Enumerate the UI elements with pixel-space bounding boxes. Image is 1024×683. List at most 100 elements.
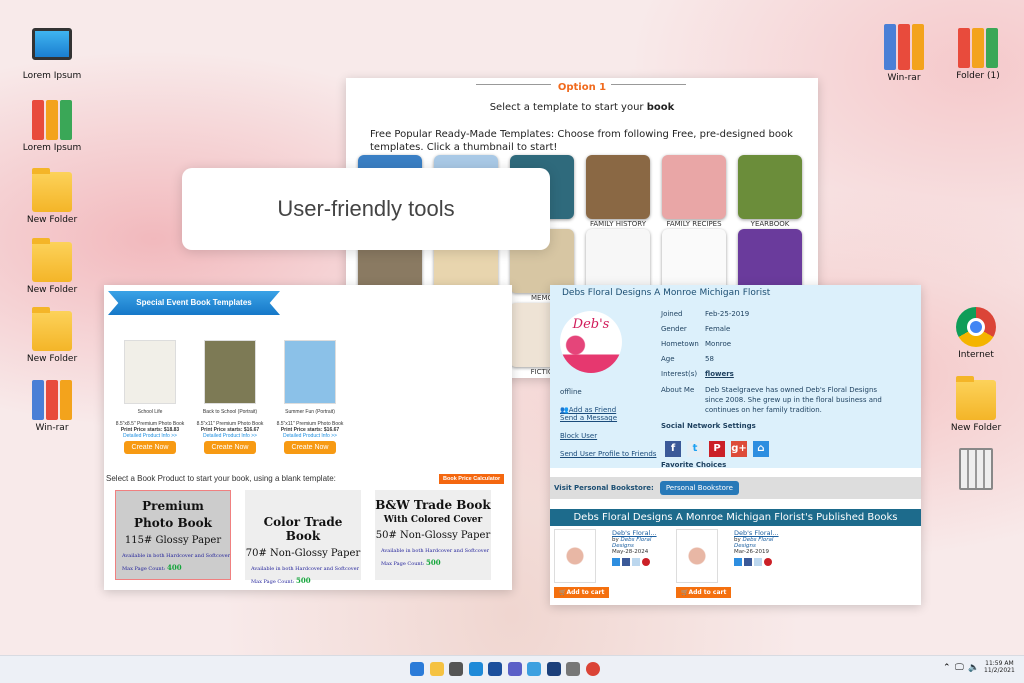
google-plus-icon[interactable]: g+ <box>731 441 747 457</box>
desktop-icon-folder[interactable]: New Folder <box>16 238 88 295</box>
taskbar-chrome-icon[interactable] <box>585 662 600 676</box>
special-template-card[interactable]: Summer Fun (Portrait) 8.5"x11" Premium P… <box>270 340 350 454</box>
desktop-icon-label: Internet <box>958 350 994 360</box>
book-product-card[interactable]: Premium Photo Book 115# Glossy Paper Ava… <box>115 490 231 580</box>
max-page-label: Max Page Count: <box>122 566 166 572</box>
profile-window: Debs Floral Designs A Monroe Michigan Fl… <box>550 285 921 605</box>
taskbar-file-explorer-icon[interactable] <box>429 662 444 676</box>
subtitle-text: Select a template to start your <box>489 102 647 113</box>
template-thumbnail[interactable] <box>662 155 726 219</box>
product-info-link[interactable]: Detailed Product Info >> <box>190 433 270 439</box>
social-settings-label: Social Network Settings <box>661 422 756 430</box>
email-share-icon[interactable] <box>612 558 620 566</box>
template-cover[interactable] <box>204 340 256 404</box>
taskbar-settings-icon[interactable] <box>566 662 580 676</box>
volume-icon[interactable]: 🔈 <box>968 663 979 673</box>
desktop-icon-binders[interactable]: Lorem Ipsum <box>16 100 88 153</box>
facebook-share-icon[interactable] <box>622 558 630 566</box>
create-now-button[interactable]: Create Now <box>283 441 337 454</box>
template-subtitle: Select a template to start your book <box>346 102 818 113</box>
profile-title: Debs Floral Designs A Monroe Michigan Fl… <box>562 288 771 298</box>
feature-callout: User-friendly tools <box>182 168 550 250</box>
book-title-link[interactable]: Deb's Floral... <box>734 529 796 537</box>
template-thumbnail[interactable] <box>738 155 802 219</box>
product-info-link[interactable]: Detailed Product Info >> <box>110 433 190 439</box>
binders-icon <box>958 28 998 68</box>
add-to-cart-button[interactable]: 🛒Add to cart <box>676 587 732 598</box>
send-message-link[interactable]: Send a Message <box>560 414 656 422</box>
product-line-2: Color Trade Book <box>263 515 343 543</box>
book-product-card[interactable]: Color Trade Book 70# Non-Glossy Paper Av… <box>245 490 361 585</box>
facebook-share-icon[interactable] <box>744 558 752 566</box>
product-info-link[interactable]: Detailed Product Info >> <box>270 433 350 439</box>
pinterest-share-icon[interactable] <box>764 558 772 566</box>
binders-icon <box>32 100 72 140</box>
create-now-button[interactable]: Create Now <box>123 441 177 454</box>
desktop-icon-computer[interactable]: Lorem Ipsum <box>16 28 88 81</box>
taskbar-paint-icon[interactable] <box>527 662 541 676</box>
desktop-icon-internet[interactable]: Internet <box>940 307 1012 360</box>
desktop-icon-trash[interactable] <box>940 448 1012 493</box>
template-cover[interactable] <box>124 340 176 404</box>
special-template-card[interactable]: School Life 8.5"x8.5" Premium Photo Book… <box>110 340 190 454</box>
product-line-2: With Colored Cover <box>383 515 483 525</box>
desktop-icon-folder[interactable]: New Folder <box>16 307 88 364</box>
taskbar-app-icon[interactable] <box>546 662 561 676</box>
add-to-cart-label: Add to cart <box>688 589 727 596</box>
product-paper: 115# Glossy Paper <box>124 535 222 546</box>
special-event-window: Special Event Book Templates School Life… <box>104 285 512 590</box>
book-price-calculator-button[interactable]: Book Price Calculator <box>439 474 505 484</box>
template-cover[interactable] <box>284 340 336 404</box>
folder-icon <box>956 376 996 420</box>
clock[interactable]: 11:59 AM 11/2/2021 <box>984 660 1015 674</box>
twitter-share-icon[interactable] <box>754 558 762 566</box>
desktop-icon-folder[interactable]: New Folder <box>16 168 88 225</box>
block-user-link[interactable]: Block User <box>560 432 656 440</box>
pinterest-share-icon[interactable] <box>642 558 650 566</box>
book-product-card[interactable]: B&W Trade Book With Colored Cover 50# No… <box>375 490 491 580</box>
taskbar-start-icon[interactable] <box>410 662 424 676</box>
template-label: YEARBOOK <box>750 220 790 228</box>
template-thumbnail[interactable] <box>738 229 802 293</box>
taskbar-camera-icon[interactable] <box>449 662 463 676</box>
template-label: FAMILY RECIPES <box>666 220 722 228</box>
desktop-icon-label: New Folder <box>26 285 78 295</box>
template-thumbnail[interactable] <box>586 155 650 219</box>
taskbar-store-icon[interactable] <box>488 662 502 676</box>
avatar-logo-text: Deb's <box>572 317 610 332</box>
special-banner: Special Event Book Templates <box>108 291 280 315</box>
taskbar-edge-icon[interactable] <box>468 662 483 676</box>
template-intro: Free Popular Ready-Made Templates: Choos… <box>370 129 793 153</box>
pinterest-icon[interactable]: P <box>709 441 725 457</box>
tray-chevron-icon[interactable]: ⌃ <box>943 663 951 673</box>
taskbar-teams-icon[interactable] <box>507 662 522 676</box>
profile-field-interests: Interest(s) flowers <box>661 370 734 378</box>
desktop-icon-label: Folder (1) <box>956 71 1000 81</box>
add-friend-link[interactable]: 👥Add as Friend <box>560 406 656 414</box>
personal-bookstore-button[interactable]: Personal Bookstore <box>659 481 739 495</box>
email-share-icon[interactable] <box>734 558 742 566</box>
desktop-icon-folder-1[interactable]: Folder (1) <box>942 28 1014 81</box>
interest-link[interactable]: flowers <box>705 370 734 378</box>
template-thumbnail[interactable] <box>586 229 650 293</box>
twitter-share-icon[interactable] <box>632 558 640 566</box>
send-profile-link[interactable]: Send User Profile to Friends <box>560 450 656 458</box>
create-now-button[interactable]: Create Now <box>203 441 257 454</box>
home-icon[interactable]: ⌂ <box>753 441 769 457</box>
product-line-2: Photo Book <box>134 516 212 530</box>
profile-field-about: About Me Deb Staelgraeve has owned Deb's … <box>661 386 882 414</box>
special-template-card[interactable]: Back to School (Portrait) 8.5"x11" Premi… <box>190 340 270 454</box>
desktop-icon-folder[interactable]: New Folder <box>940 376 1012 433</box>
twitter-icon[interactable]: t <box>687 441 703 457</box>
product-paper: 50# Non-Glossy Paper <box>375 530 491 541</box>
network-icon[interactable]: 🖵 <box>955 663 964 673</box>
template-thumbnail[interactable] <box>662 229 726 293</box>
computer-icon <box>32 28 72 60</box>
book-title-link[interactable]: Deb's Floral... <box>612 529 674 537</box>
book-cover[interactable] <box>676 529 718 583</box>
desktop-icon-winrar[interactable]: Win-rar <box>16 380 88 433</box>
facebook-icon[interactable]: f <box>665 441 681 457</box>
add-to-cart-button[interactable]: 🛒Add to cart <box>554 587 610 598</box>
desktop-icon-winrar[interactable]: Win-rar <box>868 24 940 83</box>
book-cover[interactable] <box>554 529 596 583</box>
